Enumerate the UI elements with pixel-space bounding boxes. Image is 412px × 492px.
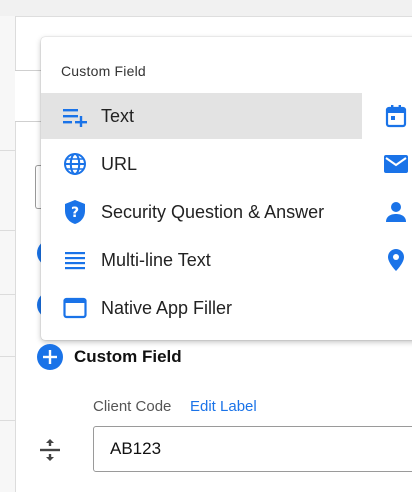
custom-field-menu: Custom Field Text URL ? Security Questio…	[41, 37, 412, 340]
top-strip	[0, 0, 412, 17]
menu-item-label: URL	[101, 153, 138, 174]
rail-divider	[0, 294, 15, 295]
rail-divider	[0, 356, 15, 357]
menu-item-label: Native App Filler	[101, 297, 233, 318]
menu-item-label: Multi-line Text	[101, 249, 211, 270]
location-pin-icon[interactable]	[382, 246, 410, 274]
field-label: Client Code	[93, 398, 172, 415]
person-icon[interactable]	[382, 198, 410, 226]
client-code-input[interactable]	[93, 426, 412, 472]
menu-item-security-question[interactable]: ? Security Question & Answer	[41, 189, 362, 235]
menu-item-label: Security Question & Answer	[101, 201, 325, 222]
menu-item-label: Text	[101, 105, 135, 126]
left-rail	[0, 16, 16, 492]
globe-icon	[61, 150, 89, 178]
add-circle-icon	[37, 344, 63, 370]
app-window-icon	[61, 294, 89, 322]
shield-question-icon: ?	[61, 198, 89, 226]
menu-item-text[interactable]: Text	[41, 93, 362, 139]
drag-handle-icon[interactable]	[36, 436, 64, 464]
menu-item-multiline-text[interactable]: Multi-line Text	[41, 237, 362, 283]
app-root: Custom Field Text URL ? Security Questio…	[0, 0, 412, 492]
rail-divider	[0, 150, 15, 151]
calendar-icon[interactable]	[382, 102, 410, 130]
svg-text:?: ?	[71, 205, 79, 221]
rail-divider	[0, 420, 15, 421]
menu-item-native-app-filler[interactable]: Native App Filler	[41, 285, 362, 331]
email-icon[interactable]	[382, 150, 410, 178]
add-custom-field-button[interactable]: Custom Field	[37, 343, 182, 371]
menu-item-url[interactable]: URL	[41, 141, 362, 187]
text-add-icon	[61, 102, 89, 130]
multiline-text-icon	[61, 246, 89, 274]
menu-heading: Custom Field	[61, 63, 146, 79]
edit-label-link[interactable]: Edit Label	[190, 398, 257, 415]
rail-divider	[0, 230, 15, 231]
add-custom-field-label: Custom Field	[74, 347, 182, 366]
